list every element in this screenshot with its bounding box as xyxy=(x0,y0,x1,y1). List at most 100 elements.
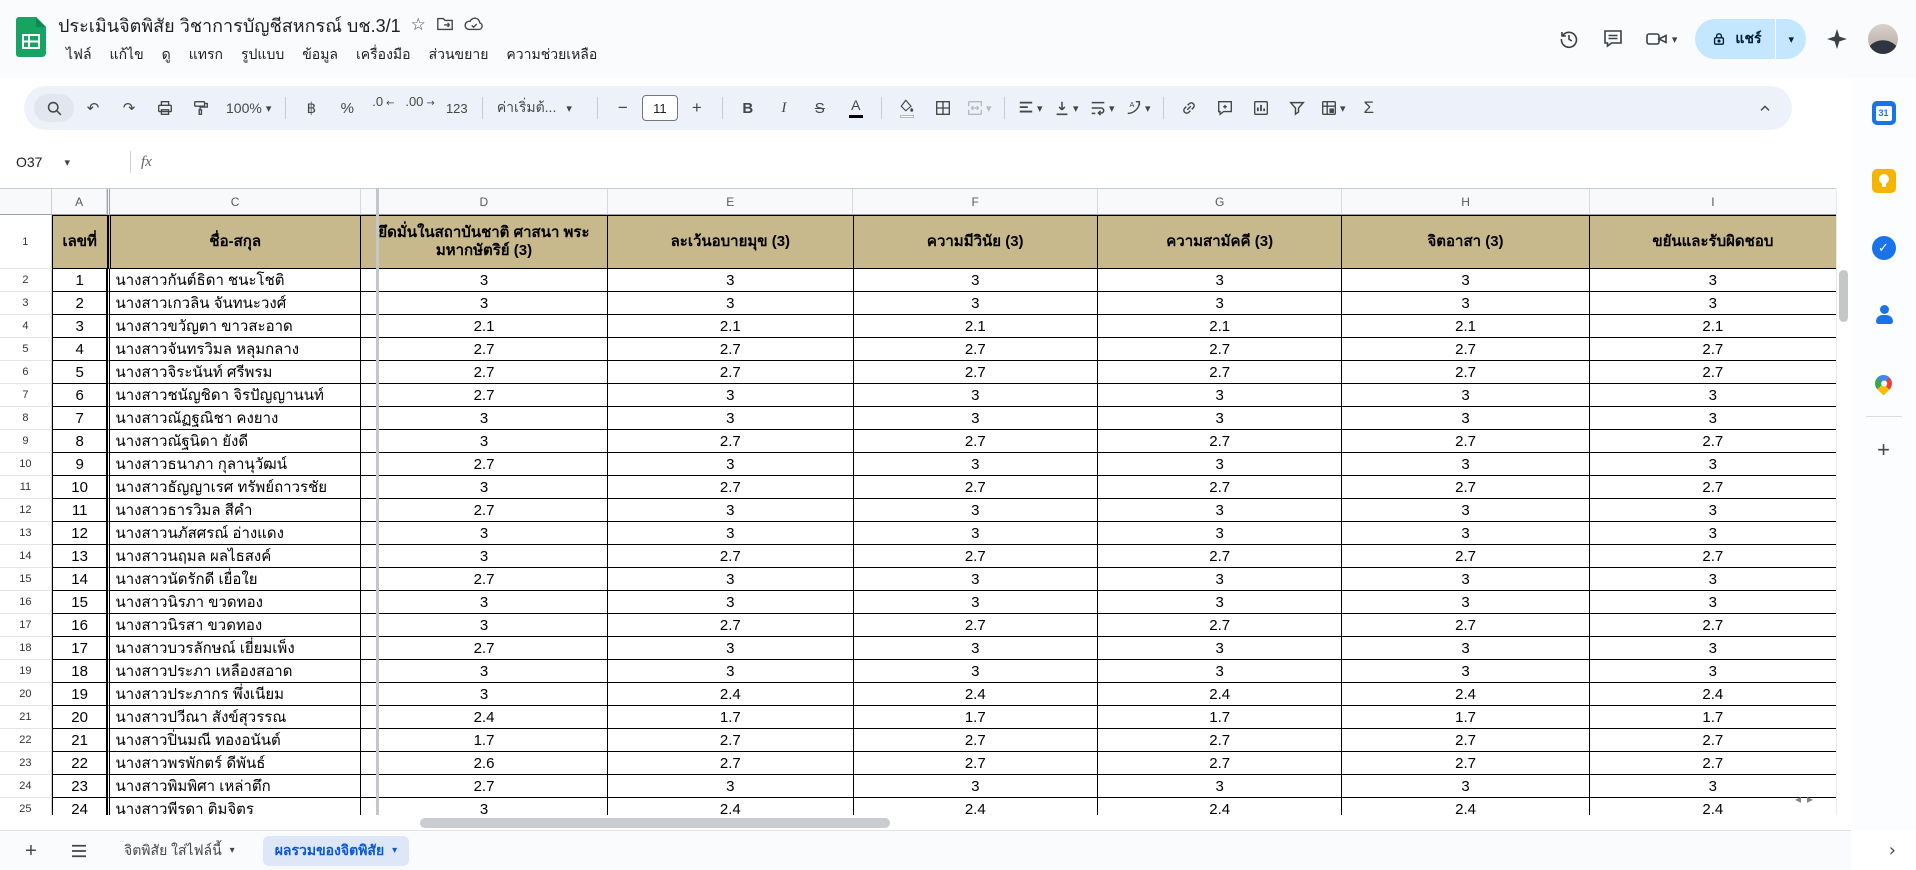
get-addons-icon[interactable]: + xyxy=(1871,437,1897,463)
show-side-panel-icon[interactable]: › xyxy=(1889,840,1896,861)
sheet-tab-1[interactable]: จิตพิสัย ใส่ไฟล์นี้ ▾ xyxy=(112,836,247,866)
cell-score[interactable]: 2.7 xyxy=(1098,752,1342,775)
cell-score[interactable]: 3 xyxy=(608,269,853,292)
text-color-icon[interactable]: A xyxy=(839,94,873,122)
cell-score[interactable]: 2.7 xyxy=(361,384,608,407)
font-family-select[interactable]: ค่าเริ่มต้... ▾ xyxy=(491,97,589,119)
cell-score[interactable]: 3 xyxy=(1590,453,1837,476)
cell-score[interactable]: 3 xyxy=(361,476,608,499)
cell-score[interactable]: 2.7 xyxy=(1098,338,1342,361)
cell-score[interactable]: 2.7 xyxy=(854,545,1098,568)
undo-icon[interactable]: ↶ xyxy=(76,94,110,122)
functions-icon[interactable]: Σ xyxy=(1352,94,1386,122)
formula-input[interactable] xyxy=(152,136,1916,188)
cell-score[interactable]: 2.4 xyxy=(1342,683,1589,706)
cell-score[interactable]: 3 xyxy=(1590,499,1837,522)
cell-score[interactable]: 2.7 xyxy=(608,614,853,637)
cell-score[interactable]: 3 xyxy=(1342,591,1589,614)
cell-score[interactable]: 2.1 xyxy=(854,315,1098,338)
cell-score[interactable]: 3 xyxy=(1098,660,1342,683)
cell-number[interactable]: 22 xyxy=(52,752,108,775)
hide-toolbar-icon[interactable] xyxy=(1748,94,1782,122)
cell-number[interactable]: 6 xyxy=(52,384,108,407)
cell-score[interactable]: 2.7 xyxy=(1342,361,1589,384)
cell-score[interactable]: 2.1 xyxy=(361,315,608,338)
cell-score[interactable]: 2.7 xyxy=(1590,752,1837,775)
cell-number[interactable]: 14 xyxy=(52,568,108,591)
cell-score[interactable]: 3 xyxy=(854,269,1098,292)
cell-score[interactable]: 2.7 xyxy=(1098,476,1342,499)
cell-number[interactable]: 20 xyxy=(52,706,108,729)
cell-score[interactable]: 2.4 xyxy=(854,798,1098,816)
horizontal-scrollbar-thumb[interactable] xyxy=(420,818,890,828)
menu-insert[interactable]: แทรก xyxy=(181,42,231,68)
menu-format[interactable]: รูปแบบ xyxy=(233,42,292,68)
text-rotation-icon[interactable]: A ▾ xyxy=(1121,94,1155,122)
version-history-icon[interactable] xyxy=(1556,26,1582,52)
cell-score[interactable]: 2.4 xyxy=(608,798,853,816)
cell-number[interactable]: 3 xyxy=(52,315,108,338)
cell-score[interactable]: 3 xyxy=(608,775,853,798)
cell-number[interactable]: 15 xyxy=(52,591,108,614)
cell-name[interactable]: นางสาวพรพักตร์ ดีพันธ์ xyxy=(107,752,360,775)
maps-icon[interactable] xyxy=(1871,370,1897,396)
add-sheet-icon[interactable]: + xyxy=(14,834,48,868)
share-dropdown-icon[interactable]: ▾ xyxy=(1776,34,1806,45)
table-header-cell[interactable]: ความมีวินัย (3) xyxy=(854,215,1098,269)
scroll-right-icon[interactable]: ▸ xyxy=(1807,792,1813,806)
row-header-16[interactable]: 16 xyxy=(0,591,52,614)
cell-score[interactable]: 2.7 xyxy=(1098,545,1342,568)
cell-name[interactable]: นางสาวนัดรักดี เยื่อใย xyxy=(107,568,360,591)
cell-score[interactable]: 3 xyxy=(854,591,1098,614)
all-sheets-icon[interactable] xyxy=(62,834,96,868)
cell-score[interactable]: 2.7 xyxy=(361,568,608,591)
create-filter-icon[interactable] xyxy=(1280,94,1314,122)
cell-name[interactable]: นางสาวนิรสา ขวดทอง xyxy=(107,614,360,637)
decrease-font-size-icon[interactable]: − xyxy=(606,94,640,122)
cell-score[interactable]: 2.7 xyxy=(854,752,1098,775)
cell-score[interactable]: 2.7 xyxy=(1342,430,1589,453)
row-header-17[interactable]: 17 xyxy=(0,614,52,637)
user-avatar[interactable] xyxy=(1868,24,1898,54)
cell-score[interactable]: 3 xyxy=(361,660,608,683)
cell-number[interactable]: 23 xyxy=(52,775,108,798)
cell-score[interactable]: 2.7 xyxy=(1590,545,1837,568)
cell-score[interactable]: 3 xyxy=(1342,568,1589,591)
merge-cells-icon[interactable]: ▾ xyxy=(962,94,996,122)
cell-score[interactable]: 3 xyxy=(1342,292,1589,315)
row-header-4[interactable]: 4 xyxy=(0,315,52,338)
cell-score[interactable]: 3 xyxy=(1590,591,1837,614)
horizontal-scrollbar[interactable] xyxy=(0,815,1851,830)
cell-score[interactable]: 3 xyxy=(854,637,1098,660)
cell-score[interactable]: 3 xyxy=(1098,384,1342,407)
strikethrough-icon[interactable]: S xyxy=(803,94,837,122)
cell-score[interactable]: 2.7 xyxy=(361,499,608,522)
cell-score[interactable]: 3 xyxy=(608,522,853,545)
cell-score[interactable]: 2.7 xyxy=(1590,729,1837,752)
horizontal-align-icon[interactable]: ▾ xyxy=(1013,94,1047,122)
cell-number[interactable]: 8 xyxy=(52,430,108,453)
cell-score[interactable]: 2.7 xyxy=(1098,614,1342,637)
search-menus-icon[interactable] xyxy=(34,94,74,122)
cell-score[interactable]: 3 xyxy=(361,269,608,292)
cell-score[interactable]: 3 xyxy=(1342,522,1589,545)
row-header-20[interactable]: 20 xyxy=(0,683,52,706)
cell-score[interactable]: 2.7 xyxy=(1590,361,1837,384)
cell-score[interactable]: 2.1 xyxy=(1590,315,1837,338)
cell-number[interactable]: 4 xyxy=(52,338,108,361)
select-all-corner[interactable] xyxy=(0,189,52,215)
cell-score[interactable]: 3 xyxy=(1098,637,1342,660)
name-box-dropdown-icon[interactable]: ▾ xyxy=(64,157,70,168)
cell-score[interactable]: 3 xyxy=(608,660,853,683)
vertical-scrollbar[interactable] xyxy=(1836,188,1851,815)
table-tools-icon[interactable]: ▾ xyxy=(1316,94,1350,122)
fill-color-icon[interactable] xyxy=(890,94,924,122)
zoom-select[interactable]: 100% ▾ xyxy=(220,100,277,116)
cell-name[interactable]: นางสาวนิรภา ขวดทอง xyxy=(107,591,360,614)
cell-score[interactable]: 3 xyxy=(854,660,1098,683)
cell-score[interactable]: 3 xyxy=(1590,384,1837,407)
row-header-6[interactable]: 6 xyxy=(0,361,52,384)
column-header-A[interactable]: A xyxy=(52,189,108,215)
meet-call-control[interactable]: ▾ xyxy=(1644,26,1678,52)
cell-number[interactable]: 10 xyxy=(52,476,108,499)
